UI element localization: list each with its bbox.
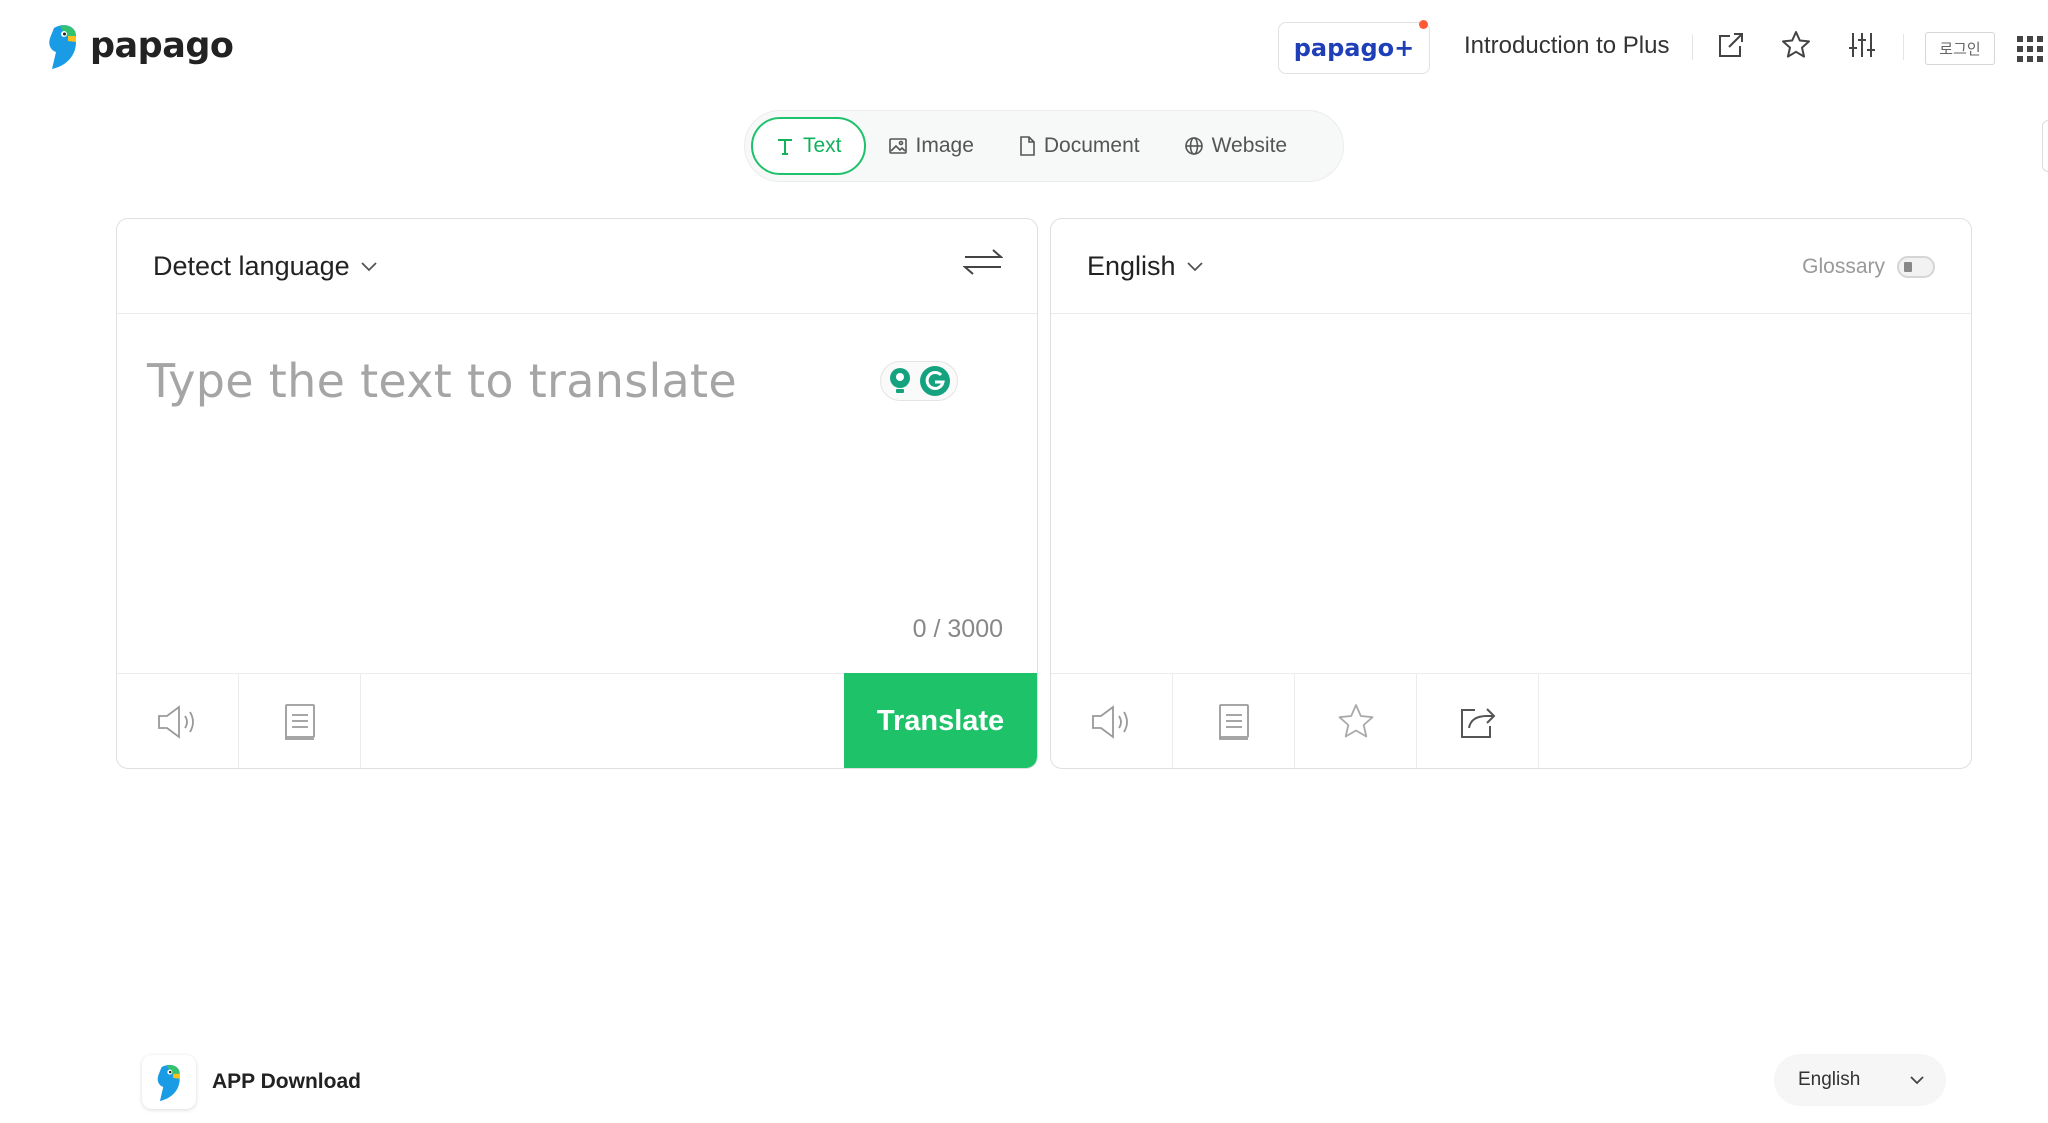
papago-app-icon (142, 1055, 196, 1109)
app-download-label: APP Download (212, 1070, 361, 1093)
share-translation-button[interactable] (1417, 674, 1539, 768)
notification-dot (1419, 20, 1428, 29)
apps-grid-icon[interactable] (2013, 32, 2047, 66)
tab-label: Image (915, 134, 974, 157)
header-divider (1903, 34, 1904, 60)
listen-target-button[interactable] (1051, 674, 1173, 768)
target-language-select[interactable]: English (1087, 251, 1204, 282)
side-panel-handle[interactable] (2042, 120, 2048, 172)
target-panel-footer (1051, 673, 1971, 768)
target-panel-header: English Glossary (1051, 219, 1971, 314)
grammarly-icon (920, 366, 950, 396)
settings-sliders-icon[interactable] (1845, 28, 1879, 62)
logo-text: papago (90, 26, 234, 66)
star-icon (1338, 703, 1373, 737)
tab-label: Text (803, 134, 842, 157)
copy-target-button[interactable] (1173, 674, 1295, 768)
swap-languages-icon[interactable] (962, 247, 1004, 282)
chevron-down-icon (1910, 1076, 1924, 1085)
tab-document[interactable]: Document (996, 117, 1162, 175)
source-text-input[interactable]: Type the text to translate (147, 354, 737, 408)
papago-logo[interactable]: papago (46, 22, 234, 70)
document-icon (1020, 136, 1035, 156)
image-icon (888, 138, 907, 154)
speaker-icon (157, 704, 194, 739)
speaker-icon (1091, 704, 1128, 739)
target-language-label: English (1087, 251, 1176, 281)
header: papago papago+ Introduction to Plus 로그인 (0, 0, 2048, 96)
papago-parrot-icon (49, 25, 76, 69)
glossary-control: Glossary (1802, 255, 1935, 279)
chevron-down-icon (1186, 261, 1203, 271)
listen-source-button[interactable] (117, 674, 239, 768)
star-icon[interactable] (1779, 28, 1813, 62)
header-divider (1692, 34, 1693, 60)
translate-button[interactable]: Translate (844, 673, 1037, 768)
site-language-label: English (1798, 1069, 1861, 1090)
favorite-translation-button[interactable] (1295, 674, 1417, 768)
copy-icon (284, 703, 315, 740)
plus-badge-label: papago+ (1293, 34, 1415, 62)
tab-text[interactable]: Text (751, 117, 866, 175)
globe-icon (1184, 137, 1203, 155)
character-count: 0 / 3000 (912, 615, 1003, 643)
grammarly-widget[interactable] (880, 361, 958, 401)
source-panel-header: Detect language (117, 219, 1037, 314)
source-panel-footer: Translate (117, 673, 1037, 768)
toggle-knob (1904, 262, 1912, 272)
copy-source-button[interactable] (239, 674, 361, 768)
tab-image[interactable]: Image (866, 117, 996, 175)
source-language-select[interactable]: Detect language (153, 251, 378, 282)
chevron-down-icon (361, 261, 377, 271)
tab-label: Website (1211, 134, 1288, 157)
papago-plus-button[interactable]: papago+ (1278, 20, 1430, 74)
copy-icon (1218, 703, 1249, 740)
external-link-icon[interactable] (1714, 28, 1748, 62)
introduction-to-plus-link[interactable]: Introduction to Plus (1464, 32, 1669, 60)
tab-label: Document (1043, 134, 1140, 157)
app-download-link[interactable]: APP Download (142, 1055, 361, 1109)
lightbulb-icon (890, 368, 910, 393)
mode-tabs: Text Image Document Website (744, 110, 1344, 182)
share-icon (1460, 707, 1495, 738)
glossary-toggle[interactable] (1897, 256, 1935, 278)
login-button[interactable]: 로그인 (1925, 32, 1995, 65)
target-panel: English Glossary (1050, 218, 1972, 769)
source-panel: Detect language Type the text to transla… (116, 218, 1038, 769)
text-icon (778, 139, 792, 155)
tab-website[interactable]: Website (1162, 117, 1309, 175)
glossary-label: Glossary (1802, 255, 1885, 278)
site-language-select[interactable]: English (1774, 1054, 1946, 1106)
source-language-label: Detect language (153, 251, 350, 281)
